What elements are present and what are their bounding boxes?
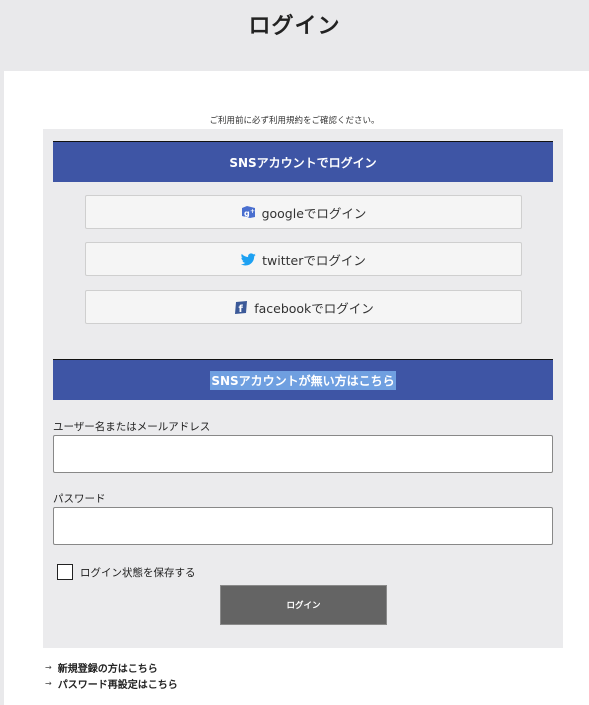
sns-login-heading: SNSアカウントでログイン [53, 141, 553, 182]
svg-text:+: + [250, 208, 255, 215]
no-sns-account-heading-text: SNSアカウントが無い方はこちら [210, 370, 396, 390]
twitter-icon [241, 252, 256, 267]
google-login-button[interactable]: g + googleでログイン [85, 195, 522, 229]
username-label: ユーザー名またはメールアドレス [53, 421, 211, 433]
arrow-right-icon: → [45, 679, 52, 688]
register-link[interactable]: → 新規登録の方はこちら [45, 660, 158, 675]
register-link-label: 新規登録の方はこちら [57, 664, 158, 675]
password-input[interactable] [53, 507, 553, 545]
password-reset-link-label: パスワード再設定はこちら [57, 680, 178, 691]
login-button-label: ログイン [286, 601, 321, 611]
page-title: ログイン [248, 14, 341, 39]
sns-login-heading-text: SNSアカウントでログイン [229, 155, 377, 170]
google-login-label: googleでログイン [261, 205, 367, 221]
remember-me-row: ログイン状態を保存する [57, 564, 196, 580]
username-input[interactable] [53, 435, 553, 473]
twitter-login-label: twitterでログイン [262, 252, 366, 268]
facebook-icon: f [233, 300, 248, 315]
no-sns-account-heading: SNSアカウントが無い方はこちら [53, 359, 553, 400]
remember-me-checkbox[interactable] [57, 564, 73, 580]
facebook-login-label: facebookでログイン [254, 300, 374, 316]
google-plus-icon: g + [241, 205, 256, 220]
login-button[interactable]: ログイン [220, 585, 387, 625]
password-label: パスワード [53, 493, 106, 505]
facebook-login-button[interactable]: f facebookでログイン [85, 290, 522, 324]
svg-text:f: f [238, 304, 243, 314]
arrow-right-icon: → [45, 663, 52, 672]
page-header: ログイン [0, 0, 589, 71]
remember-me-label: ログイン状態を保存する [80, 566, 196, 579]
terms-notice: ご利用前に必ず利用規約をご確認ください。 [209, 116, 380, 126]
left-edge-strip [0, 71, 4, 705]
password-reset-link[interactable]: → パスワード再設定はこちら [45, 676, 178, 691]
twitter-login-button[interactable]: twitterでログイン [85, 242, 522, 276]
